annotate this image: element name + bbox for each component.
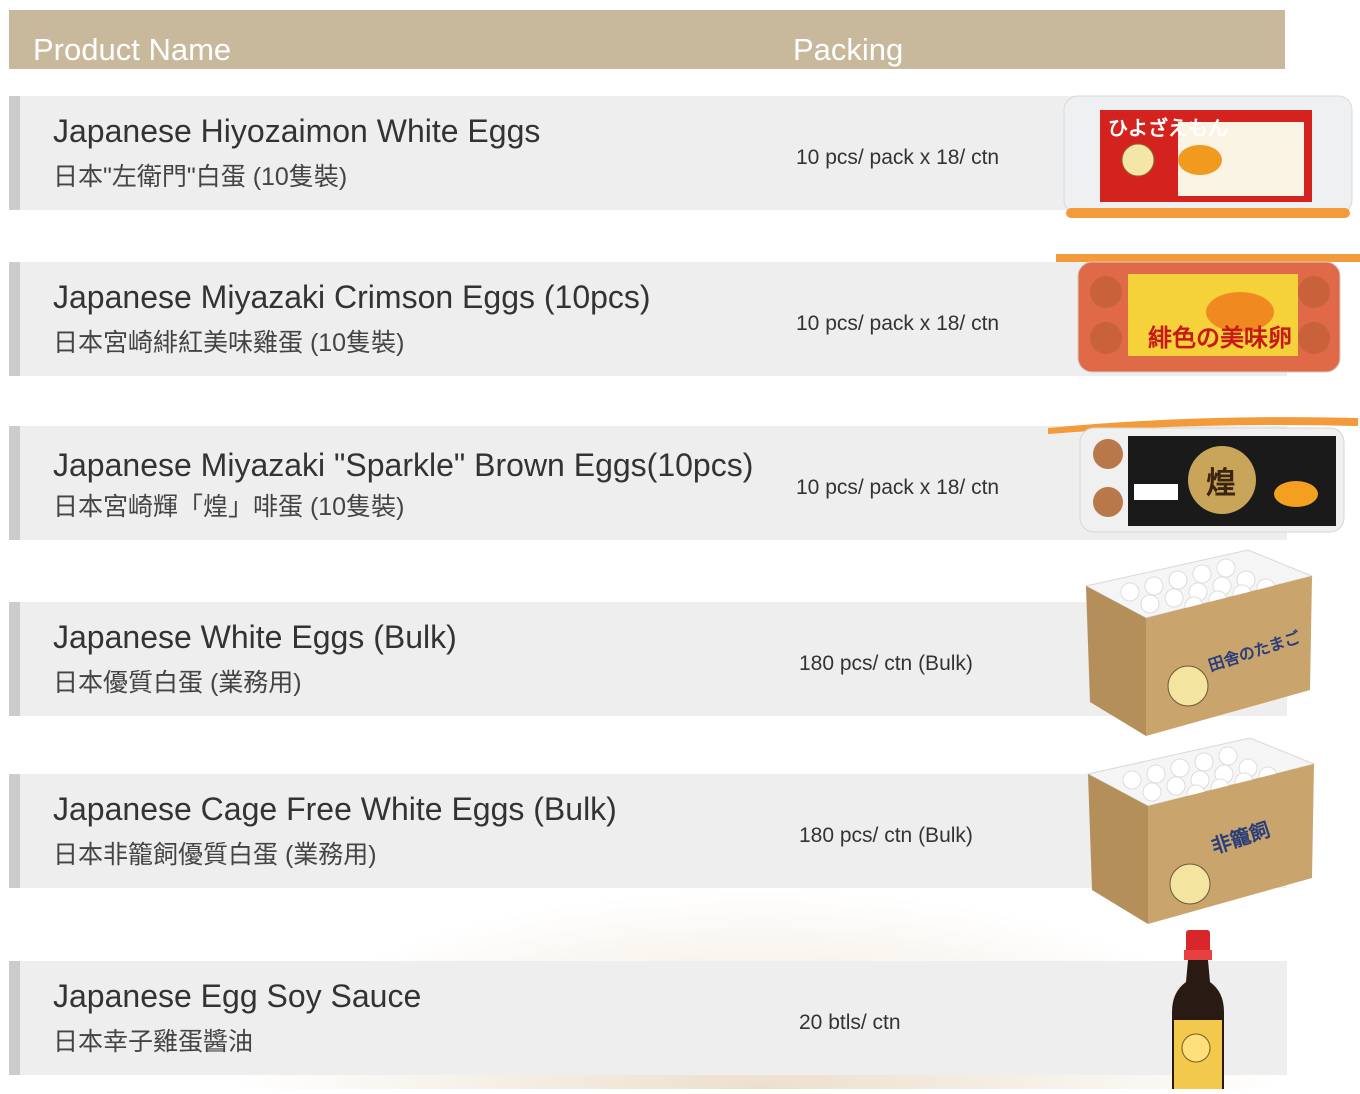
row-accent-bar: [9, 262, 20, 376]
header-product-name: Product Name: [33, 32, 232, 67]
product-packing: 20 btls/ ctn: [799, 1011, 901, 1034]
product-name-en: Japanese Miyazaki Crimson Eggs (10pcs): [53, 279, 651, 315]
table-header: Product Name Packing: [9, 10, 1285, 69]
pack-label-text: 緋色の美味卵: [1148, 323, 1292, 352]
product-name-zh: 日本宮崎緋紅美味雞蛋 (10隻裝): [53, 329, 405, 357]
product-name-en: Japanese Hiyozaimon White Eggs: [53, 113, 541, 149]
product-name-zh: 日本幸子雞蛋醬油: [53, 1028, 254, 1056]
product-image-cage-free-bulk: 非籠飼: [1082, 734, 1318, 930]
product-name-zh: 日本非籠飼優質白蛋 (業務用): [53, 841, 377, 869]
row-accent-bar: [9, 602, 20, 716]
pack-label-text: ひよざえもん: [1108, 116, 1228, 140]
header-packing: Packing: [793, 32, 904, 67]
table-row: Japanese Egg Soy Sauce 日本幸子雞蛋醬油 20 btls/…: [9, 961, 1287, 1075]
product-name-zh: 日本優質白蛋 (業務用): [53, 669, 302, 697]
product-name-en: Japanese Cage Free White Eggs (Bulk): [53, 791, 617, 827]
product-packing: 10 pcs/ pack x 18/ ctn: [796, 312, 1000, 335]
product-packing: 10 pcs/ pack x 18/ ctn: [796, 476, 1000, 499]
product-packing: 10 pcs/ pack x 18/ ctn: [796, 146, 1000, 169]
product-packing: 180 pcs/ ctn (Bulk): [799, 824, 973, 847]
product-image-sparkle: 煌: [1046, 414, 1360, 538]
product-name-en: Japanese Egg Soy Sauce: [53, 978, 422, 1014]
product-name-zh: 日本"左衛門"白蛋 (10隻裝): [53, 163, 348, 191]
row-accent-bar: [9, 426, 20, 540]
product-name-zh: 日本宮崎輝「煌」啡蛋 (10隻裝): [53, 493, 405, 521]
row-accent-bar: [9, 774, 20, 888]
product-image-soy-sauce: [1166, 928, 1230, 1089]
product-name-en: Japanese White Eggs (Bulk): [53, 619, 457, 655]
product-image-hiyozaimon: ひよざえもん: [1060, 90, 1356, 222]
row-accent-bar: [9, 961, 20, 1075]
product-packing: 180 pcs/ ctn (Bulk): [799, 652, 973, 675]
product-image-crimson: 緋色の美味卵: [1056, 252, 1360, 378]
product-image-white-bulk: 田舎のたまご: [1080, 546, 1316, 742]
pack-label-text: 煌: [1206, 466, 1236, 501]
product-name-en: Japanese Miyazaki "Sparkle" Brown Eggs(1…: [53, 447, 754, 483]
row-accent-bar: [9, 96, 20, 210]
